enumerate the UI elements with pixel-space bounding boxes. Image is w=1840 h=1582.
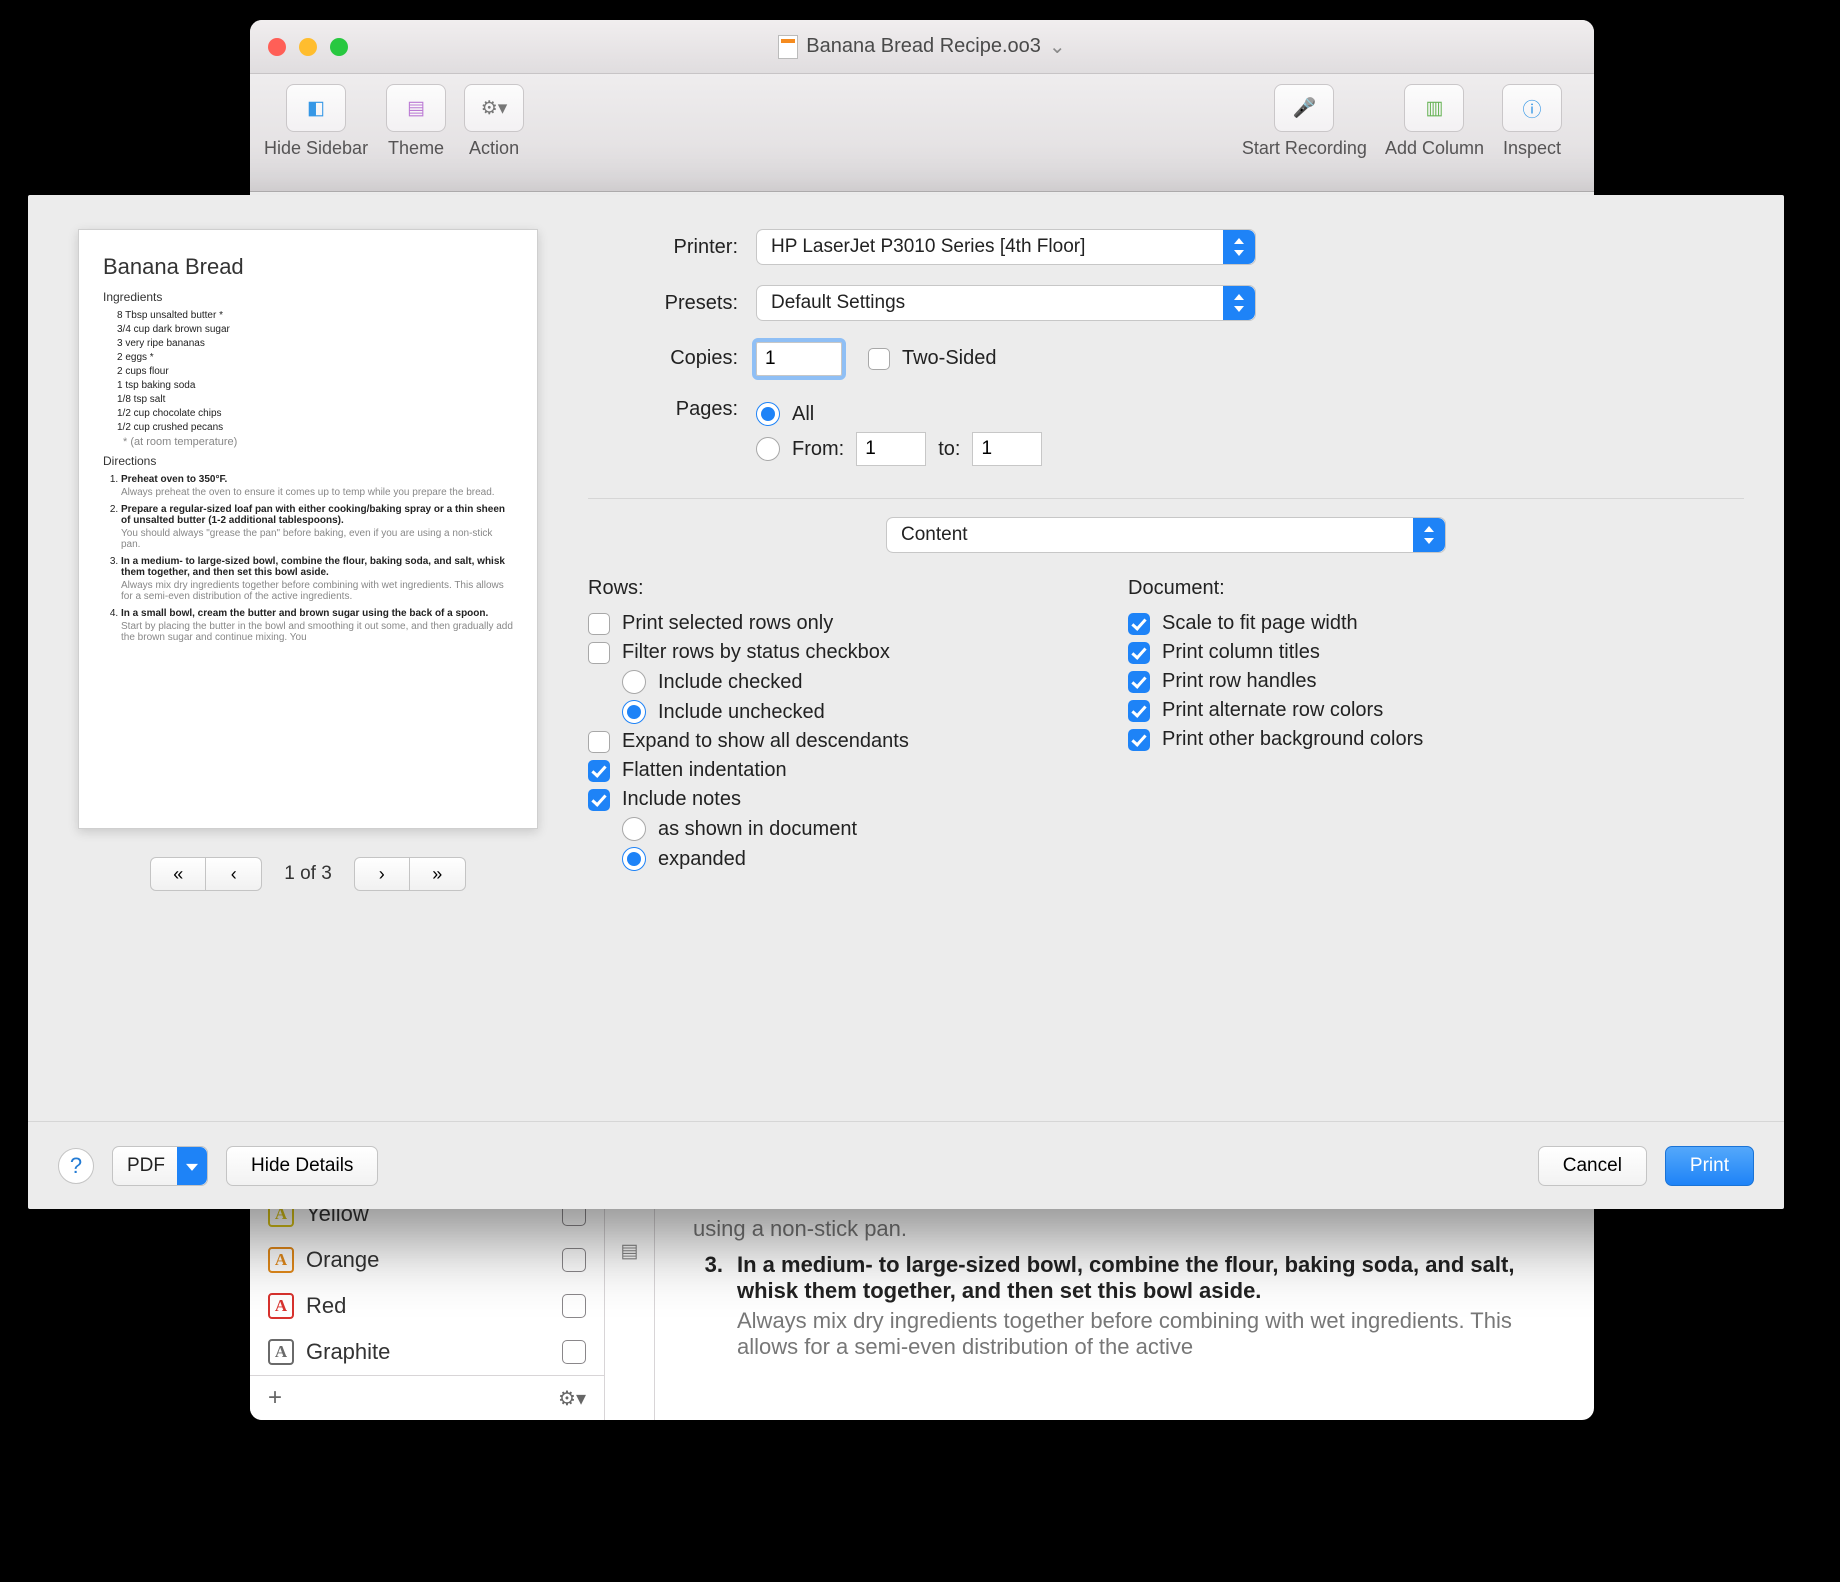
expand-descendants-checkbox[interactable] — [588, 731, 610, 753]
action-button[interactable]: ⚙︎▾ Action — [464, 84, 524, 159]
document-area: using a non-stick pan. 3. In a medium- t… — [655, 1190, 1594, 1420]
flatten-indentation-checkbox[interactable] — [588, 760, 610, 782]
direction-item: Prepare a regular-sized loaf pan with ei… — [121, 504, 513, 550]
ingredient-item: 2 cups flour — [117, 366, 513, 377]
page-indicator: 1 of 3 — [284, 863, 332, 885]
titlebar: Banana Bread Recipe.oo3 ⌄ — [250, 20, 1594, 74]
gear-menu-icon[interactable]: ⚙︎▾ — [558, 1386, 586, 1411]
notes-expanded-radio[interactable] — [622, 847, 646, 871]
sidebar-item-graphite[interactable]: AGraphite — [250, 1329, 604, 1375]
presets-label: Presets: — [588, 292, 738, 315]
ingredient-item: 3 very ripe bananas — [117, 338, 513, 349]
presets-select[interactable]: Default Settings — [756, 285, 1256, 321]
preview-page: Banana Bread Ingredients 8 Tbsp unsalted… — [78, 229, 538, 829]
inspect-button[interactable]: ⓘ Inspect — [1502, 84, 1562, 159]
chevron-down-icon — [177, 1147, 207, 1185]
include-unchecked-radio[interactable] — [622, 700, 646, 724]
sidebar-icon: ◧ — [307, 97, 325, 120]
notes-as-shown-radio[interactable] — [622, 817, 646, 841]
checkbox[interactable] — [562, 1248, 586, 1272]
ingredient-item: 8 Tbsp unsalted butter * — [117, 310, 513, 321]
checkbox[interactable] — [562, 1340, 586, 1364]
include-checked-radio[interactable] — [622, 670, 646, 694]
pages-label: Pages: — [588, 398, 738, 421]
ingredient-item: 1 tsp baking soda — [117, 380, 513, 391]
print-form: Printer: HP LaserJet P3010 Series [4th F… — [588, 229, 1744, 1121]
sidebar-item-red[interactable]: ARed — [250, 1283, 604, 1329]
filter-status-checkbox[interactable] — [588, 642, 610, 664]
direction-item: In a small bowl, cream the butter and br… — [121, 608, 513, 643]
note-icon[interactable]: ▤ — [621, 1240, 639, 1263]
help-button[interactable]: ? — [58, 1148, 94, 1184]
two-sided-checkbox[interactable] — [868, 348, 890, 370]
last-page-button[interactable]: » — [410, 857, 466, 891]
direction-item: Preheat oven to 350°F.Always preheat the… — [121, 474, 513, 498]
pages-to-input[interactable] — [972, 432, 1042, 466]
next-page-button[interactable]: › — [354, 857, 410, 891]
copies-input[interactable] — [756, 342, 842, 376]
rows-heading: Rows: — [588, 577, 1068, 600]
print-dialog: Banana Bread Ingredients 8 Tbsp unsalted… — [28, 195, 1784, 1209]
include-notes-checkbox[interactable] — [588, 789, 610, 811]
document-icon — [778, 35, 798, 59]
sidebar: AYellow AOrange ARed AGraphite + — [250, 1190, 605, 1420]
document-heading: Document: — [1128, 577, 1423, 600]
theme-button[interactable]: ▤ Theme — [386, 84, 446, 159]
pdf-menu-button[interactable]: PDF — [112, 1146, 208, 1186]
ingredient-item: 2 eggs * — [117, 352, 513, 363]
info-icon: ⓘ — [1522, 95, 1541, 122]
add-icon[interactable]: + — [268, 1384, 282, 1412]
toolbar: ◧ Hide Sidebar ▤ Theme ⚙︎▾ Action 🎤 Star… — [250, 74, 1594, 192]
cancel-button[interactable]: Cancel — [1538, 1146, 1647, 1186]
start-recording-button[interactable]: 🎤 Start Recording — [1242, 84, 1367, 159]
alt-row-colors-checkbox[interactable] — [1128, 700, 1150, 722]
ingredient-item: 1/8 tsp salt — [117, 394, 513, 405]
row-handles-checkbox[interactable] — [1128, 671, 1150, 693]
sidebar-item-orange[interactable]: AOrange — [250, 1237, 604, 1283]
divider — [588, 498, 1744, 499]
pages-all-radio[interactable] — [756, 402, 780, 426]
options-pane-select[interactable]: Content — [886, 517, 1446, 553]
window-title: Banana Bread Recipe.oo3 — [806, 35, 1041, 58]
scale-fit-checkbox[interactable] — [1128, 613, 1150, 635]
copies-label: Copies: — [588, 347, 738, 370]
hide-details-button[interactable]: Hide Details — [226, 1146, 378, 1186]
pages-range-radio[interactable] — [756, 437, 780, 461]
chevron-down-icon[interactable]: ⌄ — [1049, 34, 1066, 59]
microphone-icon: 🎤 — [1293, 96, 1317, 120]
print-button[interactable]: Print — [1665, 1146, 1754, 1186]
theme-icon: ▤ — [407, 97, 425, 120]
column-titles-checkbox[interactable] — [1128, 642, 1150, 664]
dialog-footer: ? PDF Hide Details Cancel Print — [28, 1121, 1784, 1209]
print-preview: Banana Bread Ingredients 8 Tbsp unsalted… — [68, 229, 548, 1121]
prev-page-button[interactable]: ‹ — [206, 857, 262, 891]
ingredient-item: 3/4 cup dark brown sugar — [117, 324, 513, 335]
print-selected-rows-checkbox[interactable] — [588, 613, 610, 635]
printer-label: Printer: — [588, 236, 738, 259]
add-column-icon: ▥ — [1425, 97, 1443, 120]
direction-item: In a medium- to large-sized bowl, combin… — [121, 556, 513, 602]
first-page-button[interactable]: « — [150, 857, 206, 891]
hide-sidebar-button[interactable]: ◧ Hide Sidebar — [264, 84, 368, 159]
printer-select[interactable]: HP LaserJet P3010 Series [4th Floor] — [756, 229, 1256, 265]
ingredient-item: 1/2 cup crushed pecans — [117, 422, 513, 433]
pages-from-input[interactable] — [856, 432, 926, 466]
add-column-button[interactable]: ▥ Add Column — [1385, 84, 1484, 159]
gear-icon: ⚙︎▾ — [481, 97, 508, 120]
ingredient-item: 1/2 cup chocolate chips — [117, 408, 513, 419]
checkbox[interactable] — [562, 1294, 586, 1318]
other-bg-colors-checkbox[interactable] — [1128, 729, 1150, 751]
